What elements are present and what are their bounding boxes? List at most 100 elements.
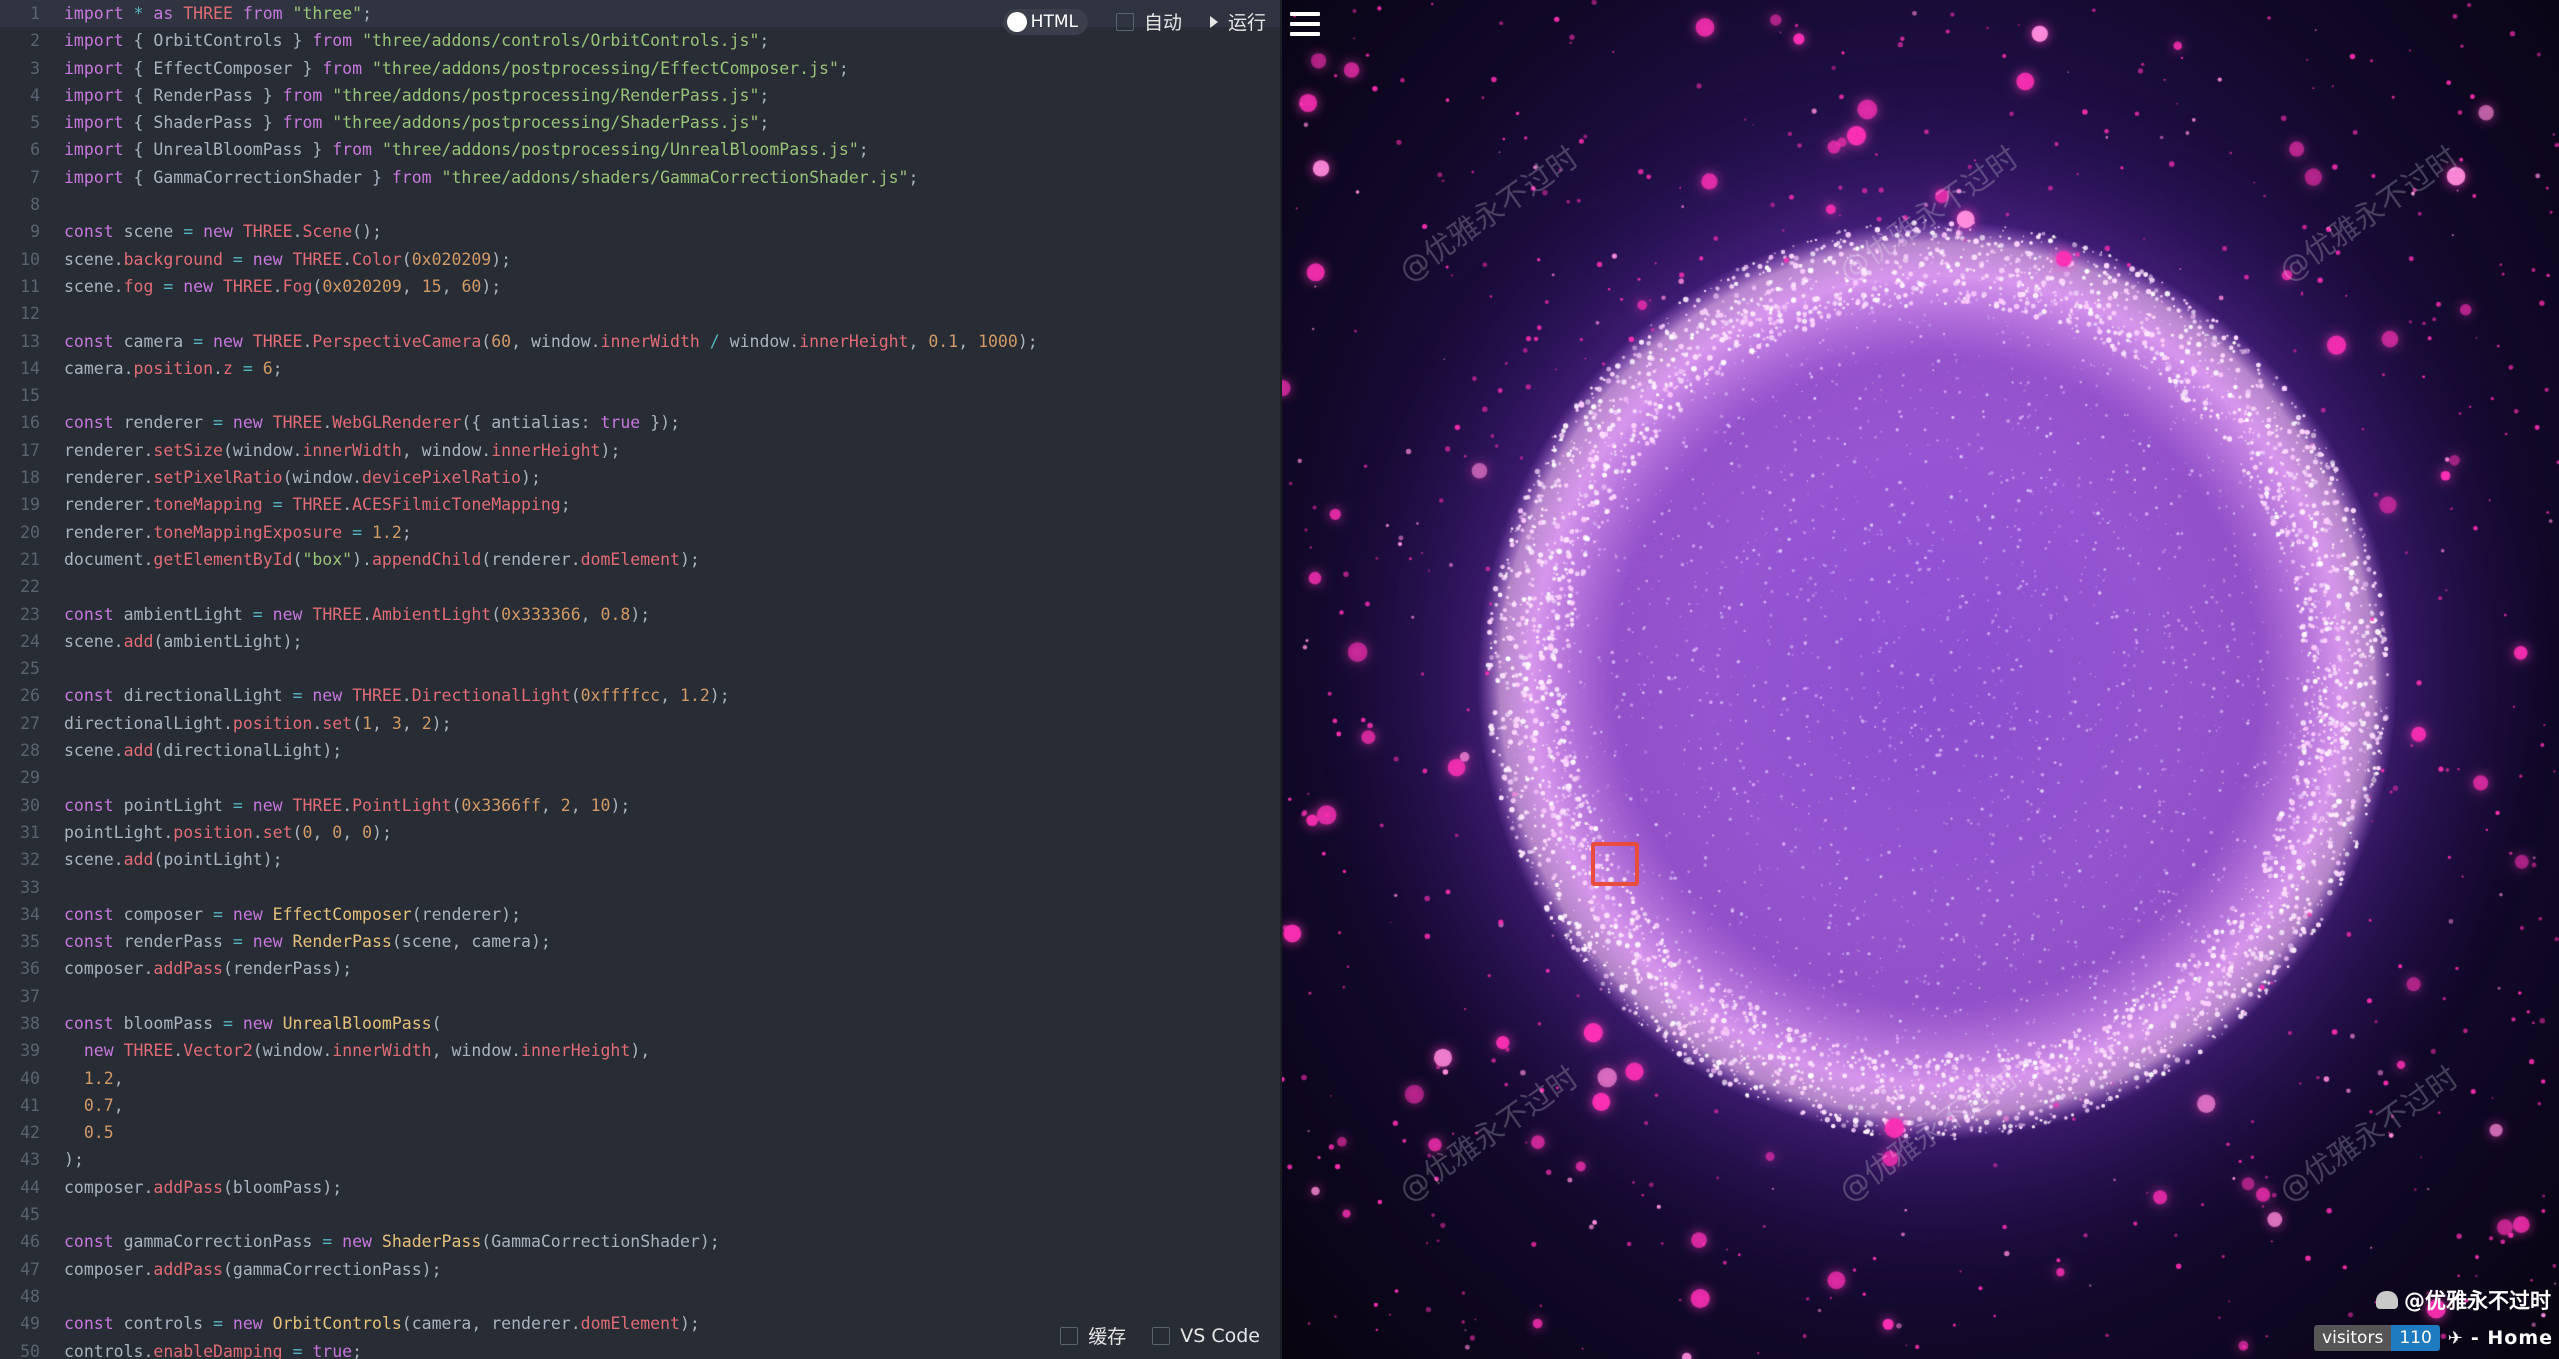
code-line[interactable]: 32 scene.add(pointLight); [0,846,1280,873]
code-line[interactable]: 48 [0,1283,1280,1310]
code-text: composer.addPass(gammaCorrectionPass); [64,1259,442,1279]
line-number: 13 [20,331,40,351]
code-line[interactable]: 18 renderer.setPixelRatio(window.devicePi… [0,464,1280,491]
code-text: renderer.setSize(window.innerWidth, wind… [64,440,621,460]
code-line[interactable]: 11 scene.fog = new THREE.Fog(0x020209, 15… [0,273,1280,300]
code-text: const gammaCorrectionPass = new ShaderPa… [64,1232,720,1252]
code-line[interactable]: 16 const renderer = new THREE.WebGLRender… [0,409,1280,436]
code-line[interactable]: 41 0.7, [0,1092,1280,1119]
code-line[interactable]: 43); [0,1146,1280,1173]
line-number: 9 [30,222,40,242]
code-line[interactable]: 3 import { EffectComposer } from "three/a… [0,55,1280,82]
checkbox-icon [1152,1326,1171,1345]
code-text: scene.add(pointLight); [64,850,283,870]
elephant-icon [2376,1291,2398,1309]
code-line[interactable]: 8 [0,191,1280,218]
line-number: 17 [20,440,40,460]
code-line[interactable]: 47 composer.addPass(gammaCorrectionPass); [0,1256,1280,1283]
line-number: 45 [20,1205,40,1225]
code-line[interactable]: 42 0.5 [0,1119,1280,1146]
code-line[interactable]: 12 [0,300,1280,327]
line-number: 23 [20,604,40,624]
code-line[interactable]: 37 [0,983,1280,1010]
cache-checkbox[interactable]: 缓存 [1060,1322,1126,1349]
menu-icon[interactable] [1284,8,1324,40]
run-button[interactable]: 运行 [1209,8,1266,35]
code-line[interactable]: 5 import { ShaderPass } from "three/addon… [0,109,1280,136]
editor-bottom-toolbar: 缓存 VS Code [1050,1320,1260,1351]
line-number: 12 [20,304,40,324]
code-line[interactable]: 19 renderer.toneMapping = THREE.ACESFilmi… [0,491,1280,518]
code-line[interactable]: 34 const composer = new EffectComposer(re… [0,901,1280,928]
code-line[interactable]: 30 const pointLight = new THREE.PointLigh… [0,792,1280,819]
code-text: import { EffectComposer } from "three/ad… [64,58,849,78]
code-line[interactable]: 27 directionalLight.position.set(1, 3, 2)… [0,710,1280,737]
code-editor[interactable]: 1 import * as THREE from "three"; 2 import … [0,0,1282,1359]
vscode-label: VS Code [1180,1324,1260,1347]
line-number: 28 [20,741,40,761]
code-line[interactable]: 36 composer.addPass(renderPass); [0,955,1280,982]
vscode-checkbox[interactable]: VS Code [1152,1325,1260,1347]
code-line[interactable]: 7 import { GammaCorrectionShader } from "… [0,164,1280,191]
line-number: 46 [20,1232,40,1252]
code-line[interactable]: 17 renderer.setSize(window.innerWidth, wi… [0,437,1280,464]
html-toggle[interactable]: HTML [1002,8,1088,35]
cache-label: 缓存 [1088,1326,1127,1348]
code-line[interactable]: 46 const gammaCorrectionPass = new Shader… [0,1228,1280,1255]
code-text: composer.addPass(renderPass); [64,959,353,979]
code-line[interactable]: 40 1.2, [0,1065,1280,1092]
html-toggle-label: HTML [1030,11,1078,32]
line-number: 26 [20,686,40,706]
menu-bar [1290,22,1320,26]
code-text: import { ShaderPass } from "three/addons… [64,113,770,133]
code-text: new THREE.Vector2(window.innerWidth, win… [83,1041,651,1061]
auto-run-checkbox[interactable]: 自动 [1115,8,1182,35]
line-number: 5 [30,113,40,133]
code-text: const scene = new THREE.Scene(); [64,222,382,242]
code-line[interactable]: 10 scene.background = new THREE.Color(0x0… [0,246,1280,273]
code-line[interactable]: 21 document.getElementById("box").appendC… [0,546,1280,573]
code-line[interactable]: 38 const bloomPass = new UnrealBloomPass( [0,1010,1280,1037]
code-line[interactable]: 23 const ambientLight = new THREE.Ambient… [0,601,1280,628]
code-line[interactable]: 22 [0,573,1280,600]
code-line[interactable]: 20 renderer.toneMappingExposure = 1.2; [0,519,1280,546]
line-number: 29 [20,768,40,788]
line-number: 3 [30,58,40,78]
code-text: import { GammaCorrectionShader } from "t… [64,167,919,187]
code-line[interactable]: 15 [0,382,1280,409]
code-line[interactable]: 13 const camera = new THREE.PerspectiveCa… [0,328,1280,355]
auto-run-label: 自动 [1143,12,1182,34]
code-line[interactable]: 33 [0,874,1280,901]
code-text: renderer.toneMapping = THREE.ACESFilmicT… [64,495,571,515]
code-line[interactable]: 44 composer.addPass(bloomPass); [0,1174,1280,1201]
code-line[interactable]: 35 const renderPass = new RenderPass(scen… [0,928,1280,955]
code-line[interactable]: 26 const directionalLight = new THREE.Dir… [0,682,1280,709]
code-line[interactable]: 6 import { UnrealBloomPass } from "three/… [0,136,1280,163]
line-number: 50 [20,1341,40,1359]
code-line[interactable]: 4 import { RenderPass } from "three/addon… [0,82,1280,109]
run-label: 运行 [1227,12,1266,34]
code-line[interactable]: 9 const scene = new THREE.Scene(); [0,218,1280,245]
line-number: 48 [20,1286,40,1306]
line-number: 25 [20,659,40,679]
code-line[interactable]: 28 scene.add(directionalLight); [0,737,1280,764]
code-line[interactable]: 24 scene.add(ambientLight); [0,628,1280,655]
code-line[interactable]: 25 [0,655,1280,682]
code-line[interactable]: 14 camera.position.z = 6; [0,355,1280,382]
line-number: 14 [20,358,40,378]
code-text: camera.position.z = 6; [64,358,283,378]
code-line[interactable]: 29 [0,764,1280,791]
checkbox-icon [1060,1326,1079,1345]
code-lines[interactable]: 1 import * as THREE from "three"; 2 import … [0,0,1280,1359]
line-number: 18 [20,468,40,488]
code-line[interactable]: 31 pointLight.position.set(0, 0, 0); [0,819,1280,846]
home-link[interactable]: - Home [2471,1327,2553,1349]
preview-pane[interactable]: @优雅永不过时 @优雅永不过时 @优雅永不过时 @优雅永不过时 @优雅永不过时 … [1282,0,2559,1359]
code-line[interactable]: 45 [0,1201,1280,1228]
line-number: 49 [20,1314,40,1334]
line-number: 7 [30,167,40,187]
particle-sphere-canvas[interactable] [1282,0,2559,1359]
code-line[interactable]: 39 new THREE.Vector2(window.innerWidth, … [0,1037,1280,1064]
